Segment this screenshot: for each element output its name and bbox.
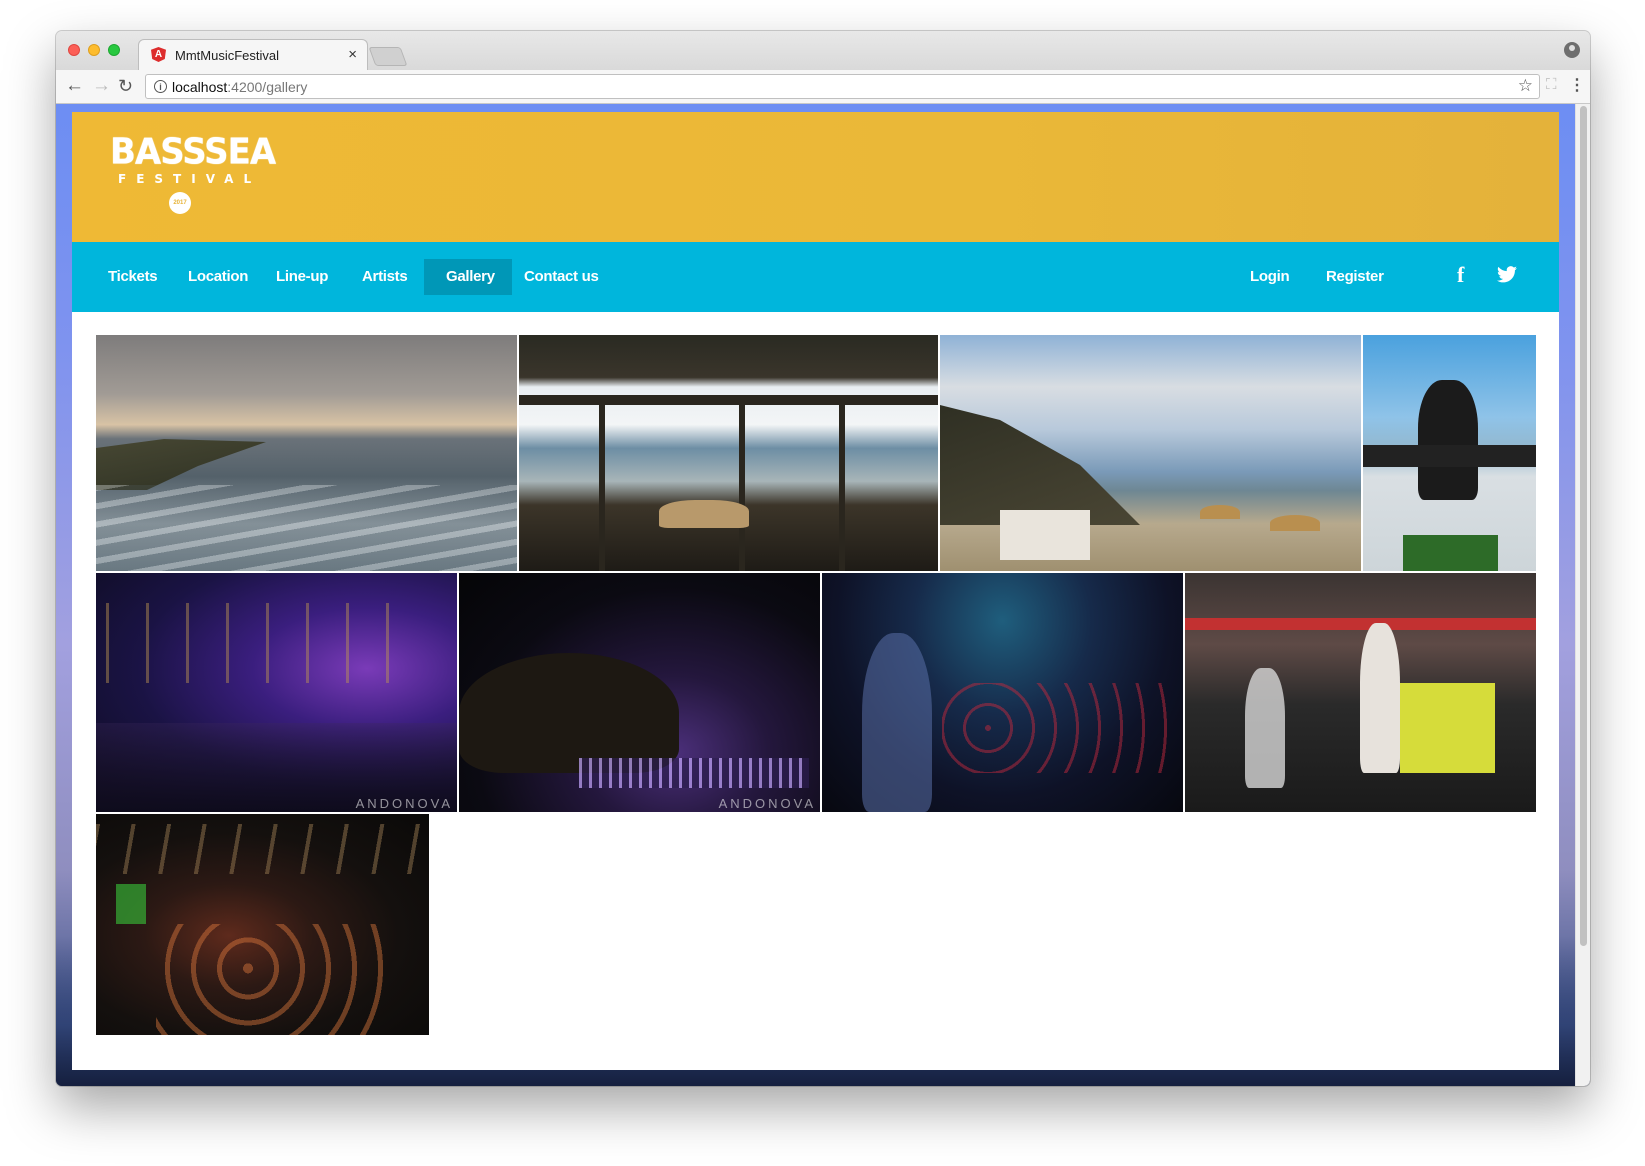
photo-crowd-bar-red[interactable] <box>96 814 429 1035</box>
browser-menu-icon[interactable]: ⋮ <box>1569 75 1585 95</box>
photo-beach-bar-roof[interactable] <box>519 335 938 571</box>
new-tab-button[interactable] <box>368 47 408 66</box>
forward-arrow-icon[interactable]: → <box>92 75 111 97</box>
browser-tab-active[interactable]: A MmtMusicFestival × <box>138 39 368 70</box>
bass-sea-festival-logo[interactable]: BASSSEA FESTIVAL 2017 <box>110 131 276 227</box>
tab-close-icon[interactable]: × <box>348 46 357 63</box>
scrollbar-thumb[interactable] <box>1580 106 1587 946</box>
page-viewport: BASSSEA FESTIVAL 2017 Tickets Location L… <box>56 104 1590 1086</box>
nav-line-up[interactable]: Line-up <box>254 259 350 295</box>
photo-stage-performer[interactable] <box>1185 573 1536 812</box>
photo-watermark: ANDONOVA <box>355 796 453 811</box>
address-bar[interactable]: i localhost:4200/gallery ☆ <box>145 74 1540 99</box>
angular-favicon-icon: A <box>151 47 166 62</box>
info-icon[interactable]: i <box>154 80 167 93</box>
photo-night-party-purple[interactable]: ANDONOVA <box>96 573 457 812</box>
minimize-window-button[interactable] <box>88 44 100 56</box>
facebook-icon[interactable]: f <box>1457 262 1464 288</box>
photo-night-party-aerial[interactable]: ANDONOVA <box>459 573 820 812</box>
logo-year-badge: 2017 <box>169 192 191 214</box>
tab-title: MmtMusicFestival <box>175 48 280 63</box>
nav-login[interactable]: Login <box>1228 259 1311 295</box>
url-text: localhost:4200/gallery <box>172 79 308 95</box>
photo-dj-boat[interactable] <box>1363 335 1536 571</box>
main-navbar: Tickets Location Line-up Artists Gallery… <box>72 242 1559 312</box>
nav-contact-us[interactable]: Contact us <box>502 259 621 295</box>
photo-beach-umbrellas[interactable] <box>940 335 1361 571</box>
logo-subtitle: FESTIVAL <box>118 172 262 186</box>
browser-toolbar: ← → ↻ i localhost:4200/gallery ☆ ⛶ ⋮ <box>56 70 1590 104</box>
close-window-button[interactable] <box>68 44 80 56</box>
bookmark-star-icon[interactable]: ☆ <box>1518 76 1533 96</box>
nav-register[interactable]: Register <box>1304 259 1406 295</box>
browser-window: A MmtMusicFestival × ← → ↻ i localhost:4… <box>56 31 1590 1086</box>
logo-title: BASSSEA <box>110 131 276 173</box>
reload-icon[interactable]: ↻ <box>118 75 133 97</box>
extension-icon[interactable]: ⛶ <box>1546 76 1557 93</box>
profile-icon[interactable] <box>1564 42 1580 58</box>
site-container: BASSSEA FESTIVAL 2017 Tickets Location L… <box>72 112 1559 1070</box>
browser-titlebar: A MmtMusicFestival × <box>56 31 1590 70</box>
zoom-window-button[interactable] <box>108 44 120 56</box>
header-banner: BASSSEA FESTIVAL 2017 <box>72 112 1559 242</box>
back-arrow-icon[interactable]: ← <box>65 75 84 97</box>
vertical-scrollbar[interactable] <box>1575 104 1590 1086</box>
twitter-icon[interactable] <box>1497 266 1517 283</box>
desktop-background: A MmtMusicFestival × ← → ↻ i localhost:4… <box>0 0 1645 1166</box>
nav-gallery[interactable]: Gallery <box>424 259 512 295</box>
photo-gallery: ANDONOVA ANDONOVA <box>96 335 1536 1055</box>
photo-sea-cliffs-clouds[interactable] <box>96 335 517 571</box>
photo-night-crowd-blue[interactable] <box>822 573 1183 812</box>
nav-artists[interactable]: Artists <box>340 259 429 295</box>
photo-watermark: ANDONOVA <box>718 796 816 811</box>
